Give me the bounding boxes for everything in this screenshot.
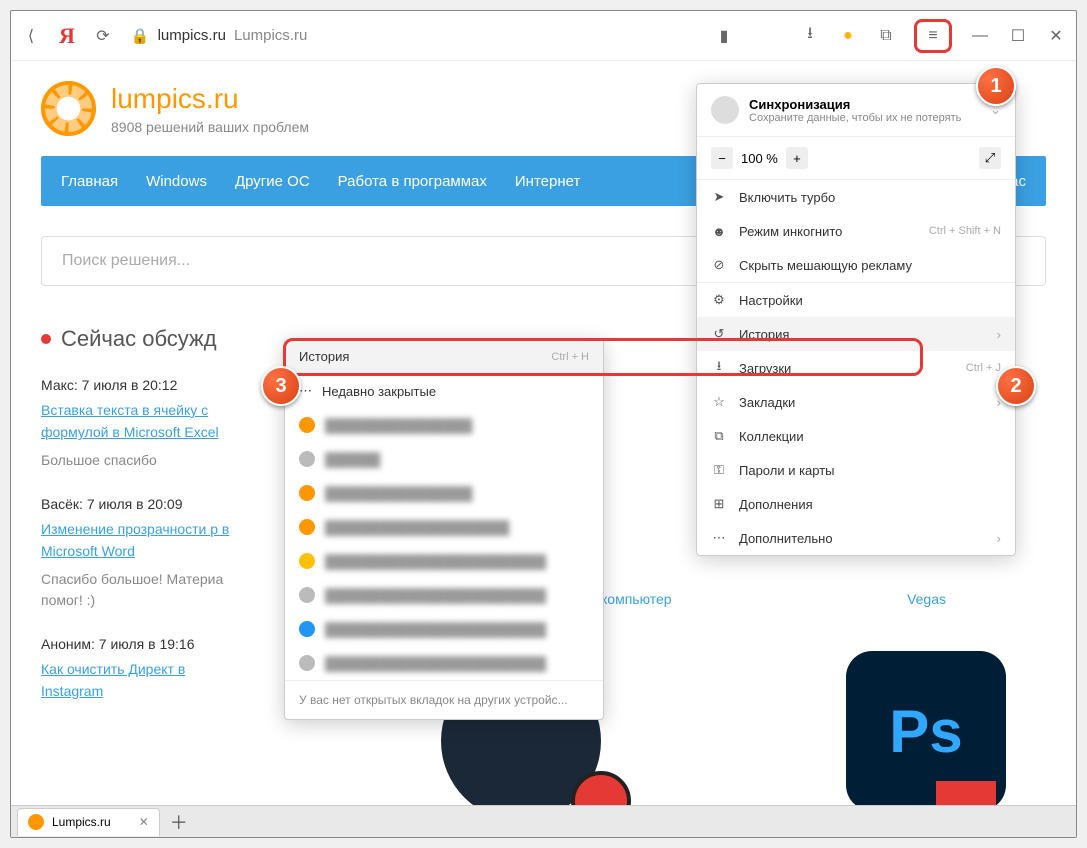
- menu-item-incognito[interactable]: ☻Режим инкогнитоCtrl + Shift + N: [697, 214, 1015, 248]
- collections-icon[interactable]: ⧉: [876, 26, 896, 46]
- menu-item-passwords[interactable]: ⚿Пароли и карты: [697, 453, 1015, 487]
- browser-tab[interactable]: Lumpics.ru ✕: [17, 808, 160, 836]
- submenu-recent-label: ⋯Недавно закрытые: [285, 374, 603, 408]
- post-link[interactable]: Как очистить Директ в Instagram: [41, 658, 241, 703]
- card-label[interactable]: Vegas: [907, 591, 946, 607]
- site-tagline: 8908 решений ваших проблем: [111, 119, 309, 135]
- tab-close-icon[interactable]: ✕: [139, 815, 149, 829]
- star-icon: ☆: [711, 394, 727, 410]
- menu-item-turbo[interactable]: ➤Включить турбо: [697, 180, 1015, 214]
- puzzle-icon: ⊞: [711, 496, 727, 512]
- callout-3: 3: [261, 366, 301, 406]
- mask-icon: ☻: [711, 223, 727, 239]
- recent-item[interactable]: ████████████████████████: [285, 612, 603, 646]
- submenu-history-heading[interactable]: ИсторияCtrl + H: [285, 340, 603, 373]
- nav-item[interactable]: Другие ОС: [235, 173, 310, 190]
- more-icon: ⋯: [711, 530, 727, 546]
- menu-item-settings[interactable]: ⚙Настройки: [697, 283, 1015, 317]
- nav-item[interactable]: Интернет: [515, 173, 580, 190]
- menu-item-history[interactable]: ↺История›: [697, 317, 1015, 351]
- callout-2: 2: [996, 366, 1036, 406]
- menu-item-addons[interactable]: ⊞Дополнения: [697, 487, 1015, 521]
- menu-zoom: − 100 % + ⤢: [697, 137, 1015, 180]
- zoom-out-button[interactable]: −: [711, 147, 733, 169]
- menu-item-bookmarks[interactable]: ☆Закладки›: [697, 385, 1015, 419]
- downloads-icon[interactable]: ⭳: [800, 26, 820, 46]
- zoom-value: 100 %: [741, 151, 778, 166]
- block-icon: ⊘: [711, 257, 727, 273]
- site-logo-icon: [41, 81, 96, 136]
- chevron-right-icon: ›: [997, 531, 1001, 546]
- chevron-right-icon: ›: [997, 327, 1001, 342]
- post-link[interactable]: Вставка текста в ячейку с формулой в Mic…: [41, 399, 241, 444]
- tab-title: Lumpics.ru: [52, 815, 111, 829]
- address-domain: lumpics.ru: [158, 27, 226, 44]
- new-tab-button[interactable]: ＋: [170, 809, 188, 835]
- address-bar[interactable]: 🔒 lumpics.ru Lumpics.ru: [131, 27, 307, 45]
- maximize-icon[interactable]: ☐: [1008, 26, 1028, 46]
- recent-item[interactable]: ████████████████████████: [285, 646, 603, 680]
- nav-item[interactable]: Работа в программах: [338, 173, 487, 190]
- yandex-logo[interactable]: Я: [59, 23, 75, 49]
- callout-1: 1: [976, 66, 1016, 106]
- bookmark-icon[interactable]: ▮: [714, 26, 734, 46]
- submenu-note: У вас нет открытых вкладок на других уст…: [285, 680, 603, 719]
- recent-item[interactable]: ██████: [285, 442, 603, 476]
- sync-subtitle: Сохраните данные, чтобы их не потерять: [749, 112, 961, 124]
- menu-item-more[interactable]: ⋯Дополнительно›: [697, 521, 1015, 555]
- tab-favicon: [28, 814, 44, 830]
- collection-icon: ⧉: [711, 428, 727, 444]
- recent-item[interactable]: ████████████████████████: [285, 544, 603, 578]
- back-icon[interactable]: ⟨: [21, 26, 41, 46]
- close-icon[interactable]: ✕: [1046, 26, 1066, 46]
- recent-item[interactable]: ████████████████████████: [285, 578, 603, 612]
- browser-menu: Синхронизация Сохраните данные, чтобы их…: [696, 83, 1016, 556]
- fullscreen-button[interactable]: ⤢: [979, 147, 1001, 169]
- live-dot-icon: [41, 334, 51, 344]
- post-comment: Спасибо большое! Материа помог! :): [41, 569, 241, 611]
- browser-toolbar: ⟨ Я ⟳ 🔒 lumpics.ru Lumpics.ru ▮ ⭳ ● ⧉ ≡ …: [11, 11, 1076, 61]
- menu-item-hide-ads[interactable]: ⊘Скрыть мешающую рекламу: [697, 248, 1015, 282]
- post-meta: Аноним: 7 июля в 19:16: [41, 636, 241, 652]
- post-meta: Васёк: 7 июля в 20:09: [41, 496, 241, 512]
- card-label[interactable]: компьютер: [601, 591, 672, 607]
- post-comment: Большое спасибо: [41, 450, 241, 471]
- menu-item-downloads[interactable]: ⭳ЗагрузкиCtrl + J: [697, 351, 1015, 385]
- history-submenu: ИсторияCtrl + H ⋯Недавно закрытые ██████…: [284, 339, 604, 720]
- hamburger-menu-button[interactable]: ≡: [914, 19, 952, 53]
- site-brand[interactable]: lumpics.ru: [111, 83, 309, 115]
- nav-item[interactable]: Главная: [61, 173, 118, 190]
- extension-icon[interactable]: ●: [838, 26, 858, 46]
- address-title: Lumpics.ru: [234, 27, 307, 44]
- lock-icon: 🔒: [131, 27, 150, 45]
- menu-sync[interactable]: Синхронизация Сохраните данные, чтобы их…: [697, 84, 1015, 137]
- reload-icon[interactable]: ⟳: [93, 26, 113, 46]
- minimize-icon[interactable]: —: [970, 26, 990, 46]
- nav-item[interactable]: Windows: [146, 173, 207, 190]
- history-icon: ↺: [711, 326, 727, 342]
- avatar-icon: [711, 96, 739, 124]
- key-icon: ⚿: [711, 462, 727, 478]
- recent-item[interactable]: ████████████████: [285, 408, 603, 442]
- recent-item[interactable]: ████████████████: [285, 476, 603, 510]
- tab-bar: Lumpics.ru ✕ ＋: [11, 805, 1076, 837]
- post-link[interactable]: Изменение прозрачности р в Microsoft Wor…: [41, 518, 241, 563]
- post-meta: Макс: 7 июля в 20:12: [41, 377, 241, 393]
- zoom-in-button[interactable]: +: [786, 147, 808, 169]
- gear-icon: ⚙: [711, 292, 727, 308]
- download-icon: ⭳: [711, 360, 727, 376]
- menu-item-collections[interactable]: ⧉Коллекции: [697, 419, 1015, 453]
- recent-item[interactable]: ████████████████████: [285, 510, 603, 544]
- rocket-icon: ➤: [711, 189, 727, 205]
- sync-title: Синхронизация: [749, 97, 961, 112]
